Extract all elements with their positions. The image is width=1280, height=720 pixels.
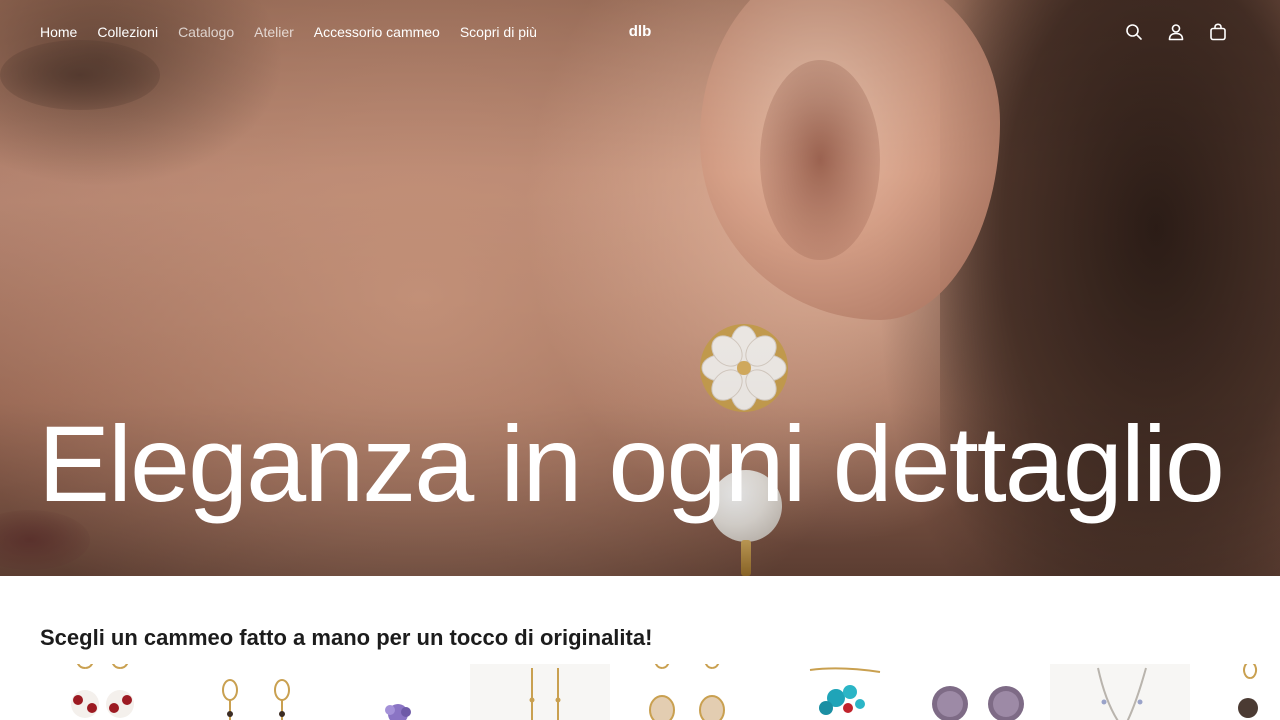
header-actions <box>1124 22 1228 42</box>
product-carousel <box>40 664 1280 720</box>
nav-link-scopri-di-piu[interactable]: Scopri di più <box>460 22 537 42</box>
product-earrings-red-white[interactable] <box>40 664 180 720</box>
product-earrings-hoop-gold[interactable] <box>190 664 330 720</box>
product-ring-purple[interactable] <box>340 664 480 720</box>
product-earrings-lilac-round[interactable] <box>920 664 1060 720</box>
site-header: Home Collezioni Catalogo Atelier Accesso… <box>0 0 1280 66</box>
account-icon[interactable] <box>1166 22 1186 42</box>
product-earrings-cameo-beige[interactable] <box>620 664 760 720</box>
nav-link-catalogo[interactable]: Catalogo <box>178 22 234 42</box>
cart-icon[interactable] <box>1208 22 1228 42</box>
nav-link-atelier[interactable]: Atelier <box>254 22 294 42</box>
product-necklace-gold[interactable] <box>470 664 610 720</box>
nav-link-accessorio-cammeo[interactable]: Accessorio cammeo <box>314 22 440 42</box>
product-necklace-silver[interactable] <box>1050 664 1190 720</box>
nav-link-collezioni[interactable]: Collezioni <box>97 22 158 42</box>
main-navigation: Home Collezioni Catalogo Atelier Accesso… <box>40 22 537 42</box>
product-earrings-partial[interactable] <box>1200 664 1280 720</box>
site-logo[interactable]: dlb <box>610 22 670 42</box>
product-necklace-turquoise[interactable] <box>770 664 910 720</box>
nav-link-home[interactable]: Home <box>40 22 77 42</box>
hero-title: Eleganza in ogni dettaglio <box>38 403 1225 524</box>
collection-heading: Scegli un cammeo fatto a mano per un toc… <box>40 625 653 650</box>
search-icon[interactable] <box>1124 22 1144 42</box>
